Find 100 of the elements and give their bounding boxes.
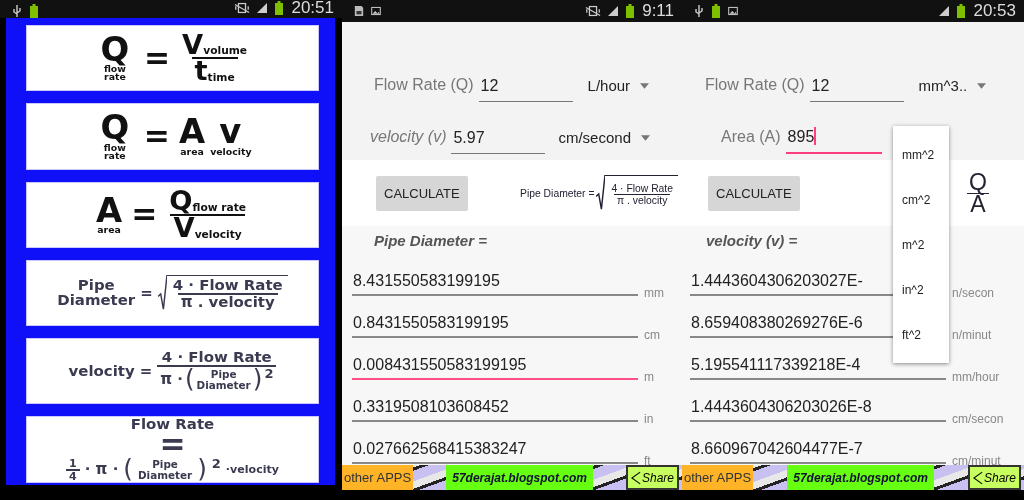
equals-sign: = [159, 432, 186, 458]
math-variable: A [970, 193, 986, 215]
result-heading: velocity (v) = [706, 232, 798, 251]
formula-text: Diameter [57, 293, 136, 308]
input-field[interactable]: 5.97 [451, 129, 546, 154]
usb-icon [694, 4, 704, 18]
usb-icon [12, 4, 22, 18]
battery-icon [711, 4, 721, 18]
other-apps-button[interactable]: other APPS [682, 465, 754, 490]
input-field[interactable]: 895 [785, 127, 882, 154]
formula-text: π . velocity [180, 295, 275, 310]
share-icon [972, 470, 983, 485]
subscript-label: area [180, 147, 204, 156]
share-button[interactable]: Share [967, 465, 1021, 490]
field-label: Area (A) [721, 128, 781, 147]
formula-text: Pipe [210, 369, 237, 380]
result-field[interactable]: 1.4443604306203026E-8 [690, 398, 946, 422]
field-label: Flow Rate (Q) [374, 76, 474, 95]
subscript-label: flow rate [103, 143, 126, 160]
math-variable: v [219, 117, 242, 148]
clock-time: 20:53 [973, 1, 1016, 21]
subscript-label: velocity [210, 147, 251, 156]
formula-text: Diameter [137, 469, 193, 481]
parenthesis: ) [197, 457, 207, 482]
superscript: 2 [211, 457, 221, 471]
equals-sign: = [142, 123, 171, 149]
result-field[interactable]: 8.431550583199195 [352, 272, 638, 296]
unit-label: mm/hour [951, 370, 1000, 384]
unit-label: mm [643, 286, 664, 300]
parenthesis: ( [123, 457, 133, 482]
subscript-label: volume [203, 45, 248, 58]
result-field[interactable]: 0.8431550583199195 [352, 314, 638, 338]
unit-label: cm/minut [951, 454, 1001, 468]
superscript: 2 [264, 367, 274, 381]
field-label: velocity (v) [370, 128, 447, 147]
parenthesis: ) [252, 367, 263, 393]
formula-text: = [140, 285, 153, 301]
signal-icon [939, 4, 950, 18]
subscript-label: flow rate [103, 65, 126, 82]
formula-text: 4 · Flow Rate [172, 278, 283, 293]
formula-text: Diameter [196, 379, 251, 391]
clock-time: 9:11 [642, 1, 674, 21]
unit-dropdown[interactable]: L/hour [587, 77, 650, 102]
result-field[interactable]: 0.008431550583199195 [352, 356, 638, 380]
share-button[interactable]: Share [625, 465, 679, 490]
formula-text: π . velocity [617, 194, 668, 206]
math-variable: Q [100, 35, 130, 66]
menu-item[interactable]: mm^2 [893, 132, 949, 177]
formula-text: 4 · Flow Rate [161, 350, 272, 366]
formula-text: Flow Rate [130, 417, 215, 433]
battery-icon [29, 4, 39, 18]
caret-icon [977, 82, 987, 89]
menu-item[interactable]: cm^2 [893, 177, 949, 222]
unit-dropdown[interactable]: mm^3.. [918, 77, 987, 102]
calculate-button[interactable]: CALCULATE [376, 175, 468, 211]
site-link[interactable]: 57derajat.blogspot.com [787, 465, 934, 490]
math-variable: Q [100, 113, 130, 144]
math-variable: Q [169, 189, 193, 214]
menu-item[interactable]: m^2 [893, 222, 949, 267]
battery-icon [956, 4, 967, 18]
unit-label: cm/secon [951, 412, 1004, 426]
caret-icon [641, 134, 650, 141]
other-apps-button[interactable]: other APPS [342, 465, 414, 490]
math-variable: V [173, 215, 195, 241]
unit-label: cm [643, 328, 660, 342]
sd-card-icon [354, 4, 364, 18]
formula-text: ·velocity [225, 464, 279, 476]
signal-icon [257, 1, 268, 15]
math-variable: A [179, 117, 206, 148]
site-link[interactable]: 57derajat.blogspot.com [446, 465, 593, 490]
equals-sign: = [142, 45, 172, 71]
input-field[interactable]: 12 [809, 77, 904, 102]
vibrate-icon [585, 4, 602, 18]
calculate-button[interactable]: CALCULATE [708, 175, 800, 211]
subscript-label: velocity [194, 228, 242, 241]
math-variable: A [95, 195, 123, 226]
formula-text: Pipe [77, 278, 115, 293]
formula-text: 4 · Flow Rate [611, 182, 673, 194]
caret-icon [640, 82, 650, 89]
unit-dropdown[interactable]: cm/second [558, 129, 650, 154]
battery-icon [274, 1, 285, 15]
formula-text: π · [160, 372, 183, 388]
formula-text: 4 [69, 470, 77, 482]
unit-label: ft [643, 454, 651, 468]
clock-time: 20:51 [291, 0, 334, 18]
battery-icon [625, 4, 636, 18]
result-field[interactable]: 0.3319508103608452 [352, 398, 638, 422]
image-icon [371, 4, 381, 18]
unit-label: n/minut [951, 328, 992, 342]
math-variable: V [182, 32, 204, 58]
parenthesis: ( [184, 367, 195, 393]
unit-label: n/secon [951, 286, 995, 300]
input-field[interactable]: 12 [478, 77, 573, 102]
image-icon [728, 4, 738, 18]
formula-text: · π · [84, 462, 119, 478]
subscript-label: area [97, 225, 121, 234]
signal-icon [608, 4, 619, 18]
field-label: Flow Rate (Q) [705, 76, 805, 95]
vibrate-icon [234, 1, 251, 15]
share-icon [630, 470, 641, 485]
